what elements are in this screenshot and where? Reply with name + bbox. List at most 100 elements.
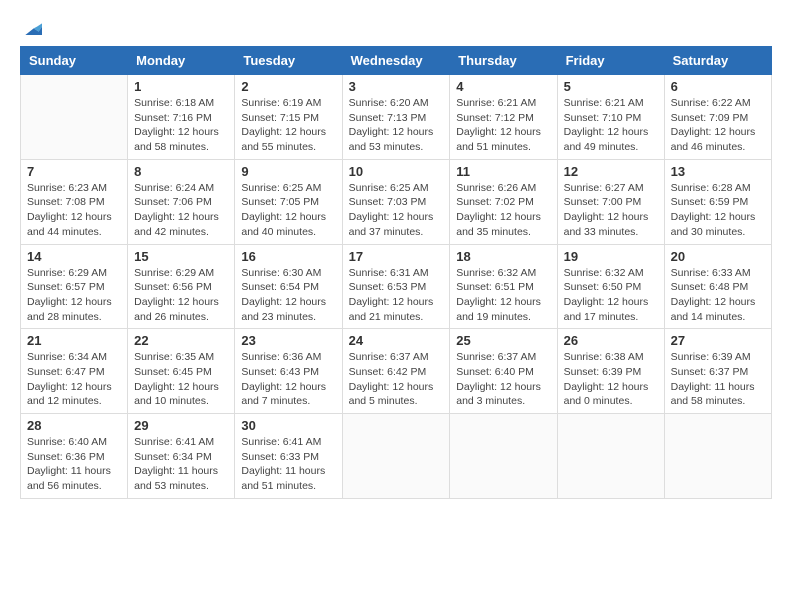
day-info: Sunrise: 6:39 AM Sunset: 6:37 PM Dayligh… (671, 350, 765, 409)
calendar-header-tuesday: Tuesday (235, 47, 342, 75)
calendar-cell: 15 Sunrise: 6:29 AM Sunset: 6:56 PM Dayli… (128, 244, 235, 329)
calendar-cell: 23Sunrise: 6:36 AM Sunset: 6:43 PM Dayli… (235, 329, 342, 414)
calendar-cell: 28 Sunrise: 6:40 AM Sunset: 6:36 PM Dayli… (21, 414, 128, 499)
day-info: Sunrise: 6:24 AM Sunset: 7:06 PM Dayligh… (134, 181, 228, 240)
calendar-week-row: 21 Sunrise: 6:34 AM Sunset: 6:47 PM Dayli… (21, 329, 772, 414)
calendar-cell: 26Sunrise: 6:38 AM Sunset: 6:39 PM Dayli… (557, 329, 664, 414)
calendar-week-row: 14 Sunrise: 6:29 AM Sunset: 6:57 PM Dayli… (21, 244, 772, 329)
day-info: Sunrise: 6:23 AM Sunset: 7:08 PM Dayligh… (27, 181, 121, 240)
day-number: 17 (349, 249, 444, 264)
day-info: Sunrise: 6:28 AM Sunset: 6:59 PM Dayligh… (671, 181, 765, 240)
calendar-week-row: 7 Sunrise: 6:23 AM Sunset: 7:08 PM Daylig… (21, 159, 772, 244)
calendar-cell: 22Sunrise: 6:35 AM Sunset: 6:45 PM Dayli… (128, 329, 235, 414)
calendar-cell: 24 Sunrise: 6:37 AM Sunset: 6:42 PM Dayli… (342, 329, 450, 414)
day-number: 20 (671, 249, 765, 264)
calendar-cell: 8 Sunrise: 6:24 AM Sunset: 7:06 PM Daylig… (128, 159, 235, 244)
calendar-cell (557, 414, 664, 499)
calendar-cell: 14 Sunrise: 6:29 AM Sunset: 6:57 PM Dayli… (21, 244, 128, 329)
day-info: Sunrise: 6:37 AM Sunset: 6:42 PM Dayligh… (349, 350, 444, 409)
day-number: 2 (241, 79, 335, 94)
calendar-week-row: 1Sunrise: 6:18 AM Sunset: 7:16 PM Daylig… (21, 75, 772, 160)
calendar-cell: 17 Sunrise: 6:31 AM Sunset: 6:53 PM Dayli… (342, 244, 450, 329)
day-info: Sunrise: 6:40 AM Sunset: 6:36 PM Dayligh… (27, 435, 121, 494)
page-header (20, 20, 772, 36)
calendar-header-monday: Monday (128, 47, 235, 75)
day-number: 14 (27, 249, 121, 264)
calendar-cell: 29 Sunrise: 6:41 AM Sunset: 6:34 PM Dayli… (128, 414, 235, 499)
day-info: Sunrise: 6:27 AM Sunset: 7:00 PM Dayligh… (564, 181, 658, 240)
day-number: 19 (564, 249, 658, 264)
day-number: 28 (27, 418, 121, 433)
calendar-cell: 6 Sunrise: 6:22 AM Sunset: 7:09 PM Daylig… (664, 75, 771, 160)
calendar-cell: 9 Sunrise: 6:25 AM Sunset: 7:05 PM Daylig… (235, 159, 342, 244)
calendar-header-saturday: Saturday (664, 47, 771, 75)
calendar-cell: 13 Sunrise: 6:28 AM Sunset: 6:59 PM Dayli… (664, 159, 771, 244)
day-info: Sunrise: 6:26 AM Sunset: 7:02 PM Dayligh… (456, 181, 550, 240)
day-number: 1 (134, 79, 228, 94)
calendar-cell: 30Sunrise: 6:41 AM Sunset: 6:33 PM Dayli… (235, 414, 342, 499)
calendar-cell: 3 Sunrise: 6:20 AM Sunset: 7:13 PM Daylig… (342, 75, 450, 160)
day-number: 13 (671, 164, 765, 179)
calendar-header-wednesday: Wednesday (342, 47, 450, 75)
calendar-cell: 25Sunrise: 6:37 AM Sunset: 6:40 PM Dayli… (450, 329, 557, 414)
calendar-cell: 1Sunrise: 6:18 AM Sunset: 7:16 PM Daylig… (128, 75, 235, 160)
day-number: 18 (456, 249, 550, 264)
calendar-header-thursday: Thursday (450, 47, 557, 75)
calendar-cell: 21 Sunrise: 6:34 AM Sunset: 6:47 PM Dayli… (21, 329, 128, 414)
day-info: Sunrise: 6:34 AM Sunset: 6:47 PM Dayligh… (27, 350, 121, 409)
calendar-cell: 18 Sunrise: 6:32 AM Sunset: 6:51 PM Dayli… (450, 244, 557, 329)
calendar-week-row: 28 Sunrise: 6:40 AM Sunset: 6:36 PM Dayli… (21, 414, 772, 499)
day-info: Sunrise: 6:31 AM Sunset: 6:53 PM Dayligh… (349, 266, 444, 325)
day-info: Sunrise: 6:32 AM Sunset: 6:51 PM Dayligh… (456, 266, 550, 325)
day-number: 15 (134, 249, 228, 264)
day-info: Sunrise: 6:25 AM Sunset: 7:05 PM Dayligh… (241, 181, 335, 240)
day-info: Sunrise: 6:20 AM Sunset: 7:13 PM Dayligh… (349, 96, 444, 155)
calendar-cell: 10 Sunrise: 6:25 AM Sunset: 7:03 PM Dayli… (342, 159, 450, 244)
calendar-header-sunday: Sunday (21, 47, 128, 75)
calendar-cell (342, 414, 450, 499)
day-number: 5 (564, 79, 658, 94)
calendar-cell: 27 Sunrise: 6:39 AM Sunset: 6:37 PM Dayli… (664, 329, 771, 414)
day-info: Sunrise: 6:32 AM Sunset: 6:50 PM Dayligh… (564, 266, 658, 325)
day-number: 11 (456, 164, 550, 179)
calendar-cell (450, 414, 557, 499)
day-number: 25 (456, 333, 550, 348)
calendar-cell: 5 Sunrise: 6:21 AM Sunset: 7:10 PM Daylig… (557, 75, 664, 160)
day-info: Sunrise: 6:29 AM Sunset: 6:56 PM Dayligh… (134, 266, 228, 325)
calendar-cell: 4Sunrise: 6:21 AM Sunset: 7:12 PM Daylig… (450, 75, 557, 160)
day-number: 12 (564, 164, 658, 179)
calendar-header-friday: Friday (557, 47, 664, 75)
day-info: Sunrise: 6:21 AM Sunset: 7:10 PM Dayligh… (564, 96, 658, 155)
day-info: Sunrise: 6:29 AM Sunset: 6:57 PM Dayligh… (27, 266, 121, 325)
day-info: Sunrise: 6:30 AM Sunset: 6:54 PM Dayligh… (241, 266, 335, 325)
day-info: Sunrise: 6:38 AM Sunset: 6:39 PM Dayligh… (564, 350, 658, 409)
day-info: Sunrise: 6:35 AM Sunset: 6:45 PM Dayligh… (134, 350, 228, 409)
day-info: Sunrise: 6:36 AM Sunset: 6:43 PM Dayligh… (241, 350, 335, 409)
day-number: 9 (241, 164, 335, 179)
calendar-table: SundayMondayTuesdayWednesdayThursdayFrid… (20, 46, 772, 499)
day-number: 3 (349, 79, 444, 94)
calendar-cell: 16Sunrise: 6:30 AM Sunset: 6:54 PM Dayli… (235, 244, 342, 329)
day-number: 29 (134, 418, 228, 433)
day-number: 21 (27, 333, 121, 348)
day-number: 24 (349, 333, 444, 348)
day-number: 6 (671, 79, 765, 94)
day-number: 7 (27, 164, 121, 179)
calendar-cell: 12 Sunrise: 6:27 AM Sunset: 7:00 PM Dayli… (557, 159, 664, 244)
day-info: Sunrise: 6:41 AM Sunset: 6:34 PM Dayligh… (134, 435, 228, 494)
logo (20, 20, 42, 36)
calendar-cell: 19 Sunrise: 6:32 AM Sunset: 6:50 PM Dayli… (557, 244, 664, 329)
day-number: 8 (134, 164, 228, 179)
calendar-cell (664, 414, 771, 499)
day-info: Sunrise: 6:25 AM Sunset: 7:03 PM Dayligh… (349, 181, 444, 240)
day-info: Sunrise: 6:22 AM Sunset: 7:09 PM Dayligh… (671, 96, 765, 155)
day-info: Sunrise: 6:21 AM Sunset: 7:12 PM Dayligh… (456, 96, 550, 155)
calendar-cell (21, 75, 128, 160)
calendar-cell: 7 Sunrise: 6:23 AM Sunset: 7:08 PM Daylig… (21, 159, 128, 244)
day-info: Sunrise: 6:19 AM Sunset: 7:15 PM Dayligh… (241, 96, 335, 155)
calendar-header-row: SundayMondayTuesdayWednesdayThursdayFrid… (21, 47, 772, 75)
logo-icon (22, 20, 42, 40)
calendar-cell: 11 Sunrise: 6:26 AM Sunset: 7:02 PM Dayli… (450, 159, 557, 244)
day-number: 27 (671, 333, 765, 348)
day-number: 10 (349, 164, 444, 179)
